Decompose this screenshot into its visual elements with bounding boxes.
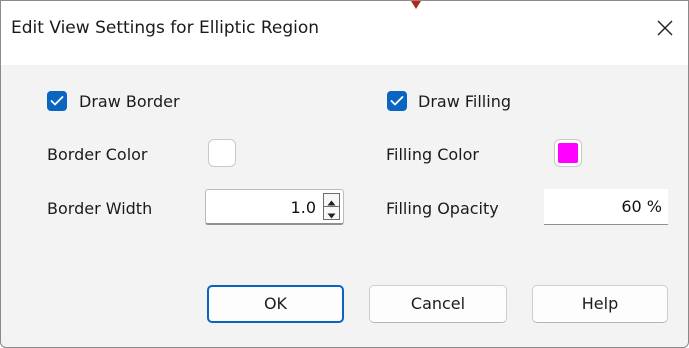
filling-color-label: Filling Color: [386, 145, 479, 164]
draw-filling-checkbox[interactable]: [387, 91, 407, 111]
spin-up-icon[interactable]: [324, 194, 339, 207]
spin-buttons: [323, 193, 340, 220]
filling-color-swatch[interactable]: [554, 139, 582, 167]
filling-opacity-field[interactable]: 60 %: [544, 189, 668, 225]
ok-button[interactable]: OK: [207, 285, 344, 323]
border-color-swatch[interactable]: [208, 139, 236, 167]
window-title: Edit View Settings for Elliptic Region: [11, 18, 320, 38]
draw-filling-label: Draw Filling: [418, 92, 511, 111]
checkmark-icon: [50, 96, 64, 106]
filling-opacity-label: Filling Opacity: [386, 199, 499, 218]
checkmark-icon: [390, 96, 404, 106]
title-bar: Edit View Settings for Elliptic Region: [1, 1, 688, 65]
draw-border-label: Draw Border: [79, 92, 180, 111]
border-width-label: Border Width: [47, 199, 153, 218]
filling-color-fill: [558, 143, 578, 163]
spin-down-icon[interactable]: [324, 207, 339, 219]
filling-opacity-value: 60 %: [621, 197, 662, 216]
border-color-fill: [212, 143, 232, 163]
border-width-value: 1.0: [290, 198, 316, 217]
help-button[interactable]: Help: [532, 285, 668, 323]
draw-border-checkbox[interactable]: [47, 91, 67, 111]
close-icon[interactable]: [650, 13, 680, 43]
pointer-marker-icon: [411, 1, 421, 9]
border-width-spinbox[interactable]: 1.0: [205, 189, 344, 225]
dialog-window: Edit View Settings for Elliptic Region D…: [0, 0, 689, 348]
dialog-content: Draw Border Draw Filling Border Color Fi…: [1, 65, 688, 347]
border-color-label: Border Color: [47, 145, 148, 164]
cancel-button[interactable]: Cancel: [369, 285, 507, 323]
